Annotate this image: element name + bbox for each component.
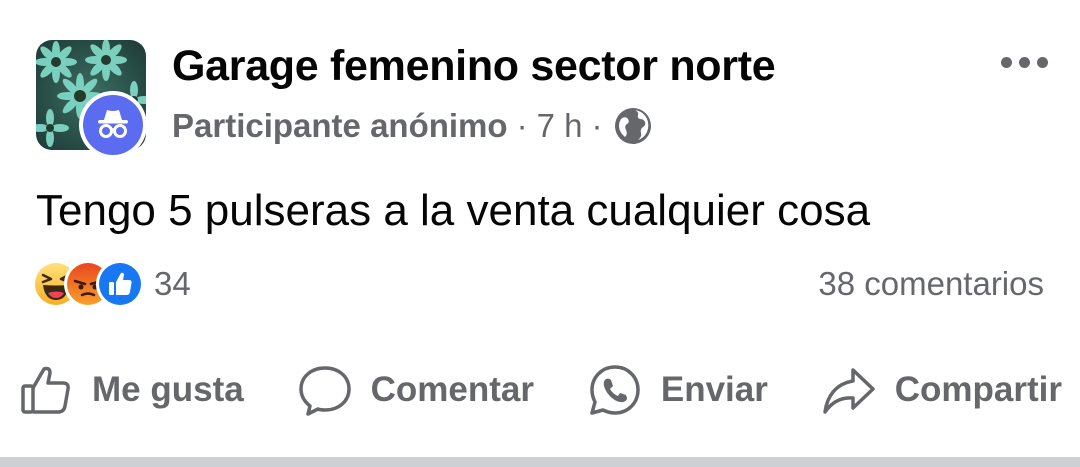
feed-divider [0,457,1080,467]
anonymous-badge [83,95,143,155]
globe-icon[interactable] [613,106,653,146]
reactions-summary[interactable]: 34 [32,260,191,308]
like-reaction-icon [96,260,144,308]
meta-separator: · [591,107,603,144]
share-button[interactable]: Compartir [821,362,1062,418]
like-outline-icon [21,366,70,414]
feed-post: Garage femenino sector norte Participant… [0,0,1080,456]
like-button[interactable]: Me gusta [18,362,244,418]
more-options-button[interactable] [992,44,1056,80]
share-label: Compartir [894,370,1062,409]
author-name[interactable]: Participante anónimo [172,107,508,145]
reaction-count: 34 [154,265,191,302]
comment-label: Comentar [370,370,534,409]
more-horizontal-icon [1000,56,1012,68]
incognito-icon [98,110,128,138]
meta-separator: · [516,107,528,144]
comment-icon [298,366,351,416]
post-actions: Me gusta Comentar Enviar Compartir [18,360,1062,420]
whatsapp-icon [590,365,640,415]
send-label: Enviar [660,370,768,409]
send-whatsapp-button[interactable]: Enviar [587,362,768,418]
group-name[interactable]: Garage femenino sector norte [172,40,776,92]
anonymous-avatar[interactable] [79,91,147,159]
post-text: Tengo 5 pulseras a la venta cualquier co… [36,186,871,235]
comment-button[interactable]: Comentar [297,362,534,418]
comments-count[interactable]: 38 comentarios [818,260,1044,308]
share-icon [823,368,875,414]
post-meta: Participante anónimo · 7 h · [172,103,653,149]
post-time[interactable]: 7 h [537,107,583,145]
like-label: Me gusta [92,370,244,409]
